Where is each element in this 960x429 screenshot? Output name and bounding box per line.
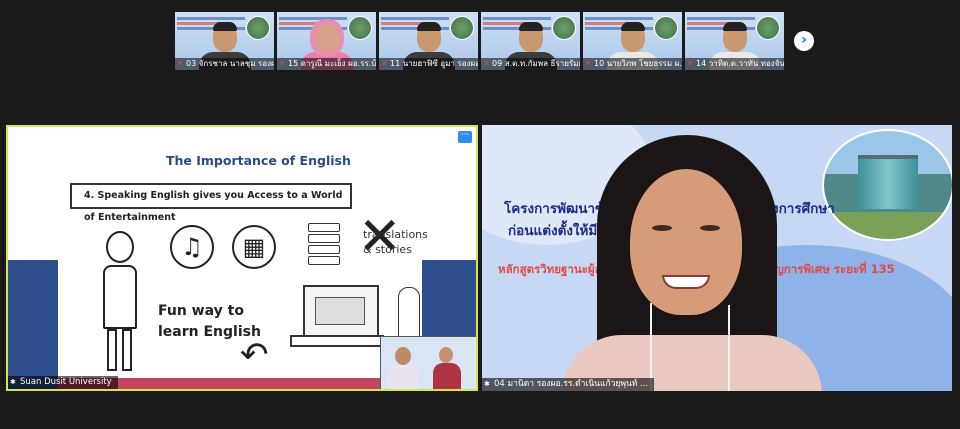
speaker-eye	[652, 225, 672, 231]
speaker-name: 04 มานิดา รองผอ.รร.ดำเนินแก้วยุพุนท์ ...	[482, 378, 655, 391]
active-speaker-tile[interactable]: โครงการพัฒนาข้าร งการศึกษา ก่อนแต่งตั้งใ…	[482, 125, 952, 391]
banner-line-1-right: งการศึกษา	[772, 201, 835, 217]
participant-strip: 03 จักรชาล นาลชุม รองผอ... ✕ 15 ดารูณี ม…	[175, 12, 784, 70]
participant-tile[interactable]: 09 ส.ต.ท.กัมพล ธีรายรัมย์... ✕	[481, 12, 580, 70]
participant-hair	[723, 22, 747, 31]
university-logo	[654, 16, 678, 40]
banner-line-3-right: ญการพิเศษ ระยะที่ 135	[774, 262, 895, 276]
participant-name: 14 วาทิต.ต.วาทัน ทองจันด...	[685, 58, 784, 70]
fun-line-1: Fun way to	[158, 303, 244, 319]
university-logo	[450, 16, 474, 40]
tile-more-options-button[interactable]: ···	[458, 131, 472, 143]
banner-line-3-left: หลักสูตรวิทยฐานะผู้อำ	[498, 262, 608, 276]
speaker-smile	[662, 275, 710, 289]
participant-name: 09 ส.ต.ท.กัมพล ธีรายรัมย์...	[481, 58, 580, 70]
participant-tile[interactable]: 03 จักรชาล นาลชุม รองผอ... ✕	[175, 12, 274, 70]
participant-name: 03 จักรชาล นาลชุม รองผอ...	[175, 58, 274, 70]
speaker-face	[630, 169, 742, 315]
music-note-icon: ♫	[170, 225, 214, 269]
translations-label: translations	[363, 228, 428, 241]
participant-hair	[417, 22, 441, 31]
muted-mic-icon: ✕	[483, 59, 490, 68]
slide-title: The Importance of English	[166, 153, 351, 168]
next-page-button[interactable]: ›	[794, 31, 814, 51]
participant-face	[315, 24, 339, 52]
muted-mic-icon: ✕	[687, 59, 694, 68]
participant-tile[interactable]: 14 วาทิต.ต.วาทัน ทองจันด... ✕	[685, 12, 784, 70]
stories-label: & stories	[363, 243, 412, 256]
participant-name: 15 ดารูณี มะเย็ง ผอ.รร.บ้า...	[277, 58, 376, 70]
university-logo	[246, 16, 270, 40]
books-icon	[308, 223, 340, 267]
participant-name: 10 นายวิภพ โชยธรรม ผ...	[583, 58, 682, 70]
participant-hair	[621, 22, 645, 31]
presenter-name: Suan Dusit University	[8, 376, 118, 389]
participant-name: 11 นายฮาฟิซี อูมา รองผอ...	[379, 58, 478, 70]
university-logo	[552, 16, 576, 40]
earphone-wire	[728, 305, 730, 391]
muted-mic-icon: ✕	[177, 59, 184, 68]
university-logo	[756, 16, 780, 40]
participant-hair	[519, 22, 543, 31]
television-icon	[303, 285, 379, 339]
presenter-video-thumbnail[interactable]	[380, 336, 476, 389]
muted-mic-icon: ✕	[279, 59, 286, 68]
participant-hair	[213, 22, 237, 31]
speaker-eye	[700, 225, 720, 231]
slide-translations-text: translations & stories	[363, 227, 428, 257]
muted-mic-icon: ✕	[381, 59, 388, 68]
cartoon-man-illustration	[102, 231, 138, 371]
film-icon: ▦	[232, 225, 276, 269]
participant-tile[interactable]: 11 นายฮาฟิซี อูมา รองผอ... ✕	[379, 12, 478, 70]
university-building-photo	[822, 129, 952, 241]
university-logo	[348, 16, 372, 40]
shared-screen-tile[interactable]: The Importance of English 4. Speaking En…	[6, 125, 478, 391]
slide-blue-panel-left	[8, 260, 58, 389]
curved-arrow-icon: ↶	[240, 335, 269, 375]
participant-tile[interactable]: 15 ดารูณี มะเย็ง ผอ.รร.บ้า... ✕	[277, 12, 376, 70]
muted-mic-icon: ✕	[585, 59, 592, 68]
participant-tile[interactable]: 10 นายวิภพ โชยธรรม ผ... ✕	[583, 12, 682, 70]
chevron-right-icon: ›	[801, 32, 807, 48]
slide-point: 4. Speaking English gives you Access to …	[70, 183, 352, 223]
desk-illustration	[290, 335, 384, 347]
